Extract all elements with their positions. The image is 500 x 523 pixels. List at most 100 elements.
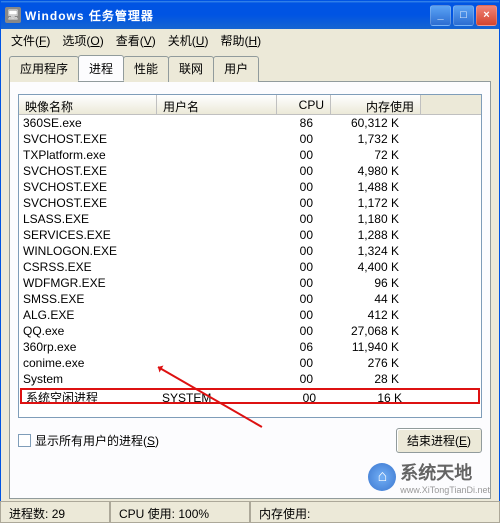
checkbox-box[interactable] <box>18 434 31 447</box>
col-memory[interactable]: 内存使用 <box>331 95 421 114</box>
process-row[interactable]: SMSS.EXE 0044 K <box>19 291 481 307</box>
tab-strip: 应用程序 进程 性能 联网 用户 <box>9 55 491 81</box>
cell-memory: 1,732 K <box>321 131 403 147</box>
tab-performance[interactable]: 性能 <box>123 56 169 82</box>
cell-image-name: SVCHOST.EXE <box>21 131 159 147</box>
cell-username <box>159 227 279 243</box>
app-icon: 🖥 <box>5 7 21 23</box>
cell-username: SYSTEM <box>162 390 282 402</box>
cell-cpu: 00 <box>279 291 321 307</box>
cell-cpu: 00 <box>279 195 321 211</box>
cell-cpu: 00 <box>279 275 321 291</box>
cell-username <box>159 355 279 371</box>
cell-cpu: 00 <box>279 259 321 275</box>
tab-users[interactable]: 用户 <box>213 56 259 82</box>
cell-cpu: 00 <box>279 323 321 339</box>
menu-view[interactable]: 查看(V) <box>110 30 162 51</box>
process-row[interactable]: LSASS.EXE001,180 K <box>19 211 481 227</box>
cell-username <box>159 307 279 323</box>
cell-image-name: SVCHOST.EXE <box>21 195 159 211</box>
show-all-users-label: 显示所有用户的进程(S) <box>35 432 159 449</box>
cell-image-name: QQ.exe <box>21 323 159 339</box>
cell-username <box>159 179 279 195</box>
cell-memory: 1,488 K <box>321 179 403 195</box>
cell-memory: 4,980 K <box>321 163 403 179</box>
cell-memory: 4,400 K <box>321 259 403 275</box>
cell-image-name: SERVICES.EXE <box>21 227 159 243</box>
cell-cpu: 00 <box>282 390 324 402</box>
process-row[interactable]: SERVICES.EXE001,288 K <box>19 227 481 243</box>
titlebar[interactable]: 🖥 Windows 任务管理器 _ □ × <box>1 1 499 29</box>
process-row[interactable]: 系统空闲进程SYSTEM0016 K <box>20 388 480 404</box>
process-row[interactable]: SVCHOST.EXE 001,488 K <box>19 179 481 195</box>
col-image-name[interactable]: 映像名称 <box>19 95 157 114</box>
col-cpu[interactable]: CPU <box>277 95 331 114</box>
cell-memory: 1,180 K <box>321 211 403 227</box>
cell-image-name: 360SE.exe <box>21 115 159 131</box>
processes-panel: 映像名称 用户名 CPU 内存使用 360SE.exe8660,312 KSVC… <box>9 81 491 499</box>
menu-options[interactable]: 选项(O) <box>56 30 109 51</box>
cell-memory: 1,324 K <box>321 243 403 259</box>
process-row[interactable]: System 0028 K <box>19 371 481 387</box>
process-list-body[interactable]: 360SE.exe8660,312 KSVCHOST.EXE001,732 KT… <box>19 115 481 418</box>
cell-cpu: 00 <box>279 243 321 259</box>
cell-memory: 28 K <box>321 371 403 387</box>
end-process-button[interactable]: 结束进程(E) <box>396 428 482 453</box>
process-row[interactable]: WDFMGR.EXE0096 K <box>19 275 481 291</box>
cell-memory: 412 K <box>321 307 403 323</box>
process-row[interactable]: SVCHOST.EXE001,172 K <box>19 195 481 211</box>
status-process-count: 进程数: 29 <box>0 502 110 523</box>
col-username[interactable]: 用户名 <box>157 95 277 114</box>
cell-memory: 27,068 K <box>321 323 403 339</box>
minimize-button[interactable]: _ <box>430 5 451 26</box>
process-row[interactable]: SVCHOST.EXE 001,732 K <box>19 131 481 147</box>
process-row[interactable]: conime.exe00276 K <box>19 355 481 371</box>
cell-image-name: 系统空闲进程 <box>24 390 162 402</box>
process-row[interactable]: TXPlatform.exe0072 K <box>19 147 481 163</box>
process-row[interactable]: WINLOGON.EXE001,324 K <box>19 243 481 259</box>
cell-username <box>159 371 279 387</box>
cell-username <box>159 291 279 307</box>
process-row[interactable]: QQ.exe 0027,068 K <box>19 323 481 339</box>
cell-cpu: 00 <box>279 371 321 387</box>
menu-file[interactable]: 文件(F) <box>5 30 56 51</box>
tab-applications[interactable]: 应用程序 <box>9 56 79 82</box>
process-row[interactable]: SVCHOST.EXE004,980 K <box>19 163 481 179</box>
column-headers: 映像名称 用户名 CPU 内存使用 <box>19 95 481 115</box>
cell-cpu: 86 <box>279 115 321 131</box>
maximize-button[interactable]: □ <box>453 5 474 26</box>
process-row[interactable]: ALG.EXE00412 K <box>19 307 481 323</box>
menubar: 文件(F) 选项(O) 查看(V) 关机(U) 帮助(H) <box>1 29 499 51</box>
cell-cpu: 00 <box>279 355 321 371</box>
show-all-users-checkbox[interactable]: 显示所有用户的进程(S) <box>18 432 159 449</box>
cell-cpu: 00 <box>279 179 321 195</box>
tab-processes[interactable]: 进程 <box>78 55 124 81</box>
cell-username <box>159 323 279 339</box>
close-button[interactable]: × <box>476 5 497 26</box>
cell-username <box>159 195 279 211</box>
window-title: Windows 任务管理器 <box>25 7 430 24</box>
cell-image-name: System <box>21 371 159 387</box>
cell-cpu: 00 <box>279 131 321 147</box>
cell-memory: 11,940 K <box>321 339 403 355</box>
cell-username <box>159 131 279 147</box>
cell-image-name: SVCHOST.EXE <box>21 179 159 195</box>
cell-cpu: 06 <box>279 339 321 355</box>
cell-memory: 60,312 K <box>321 115 403 131</box>
cell-image-name: SMSS.EXE <box>21 291 159 307</box>
cell-username <box>159 339 279 355</box>
process-row[interactable]: 360SE.exe 8660,312 K <box>19 115 481 131</box>
cell-image-name: LSASS.EXE <box>21 211 159 227</box>
cell-memory: 44 K <box>321 291 403 307</box>
cell-image-name: TXPlatform.exe <box>21 147 159 163</box>
cell-cpu: 00 <box>279 307 321 323</box>
cell-memory: 1,288 K <box>321 227 403 243</box>
process-row[interactable]: 360rp.exe0611,940 K <box>19 339 481 355</box>
menu-shutdown[interactable]: 关机(U) <box>162 30 215 51</box>
cell-image-name: SVCHOST.EXE <box>21 163 159 179</box>
process-row[interactable]: CSRSS.EXE004,400 K <box>19 259 481 275</box>
cell-username <box>159 163 279 179</box>
cell-memory: 96 K <box>321 275 403 291</box>
menu-help[interactable]: 帮助(H) <box>214 30 267 51</box>
tab-networking[interactable]: 联网 <box>168 56 214 82</box>
